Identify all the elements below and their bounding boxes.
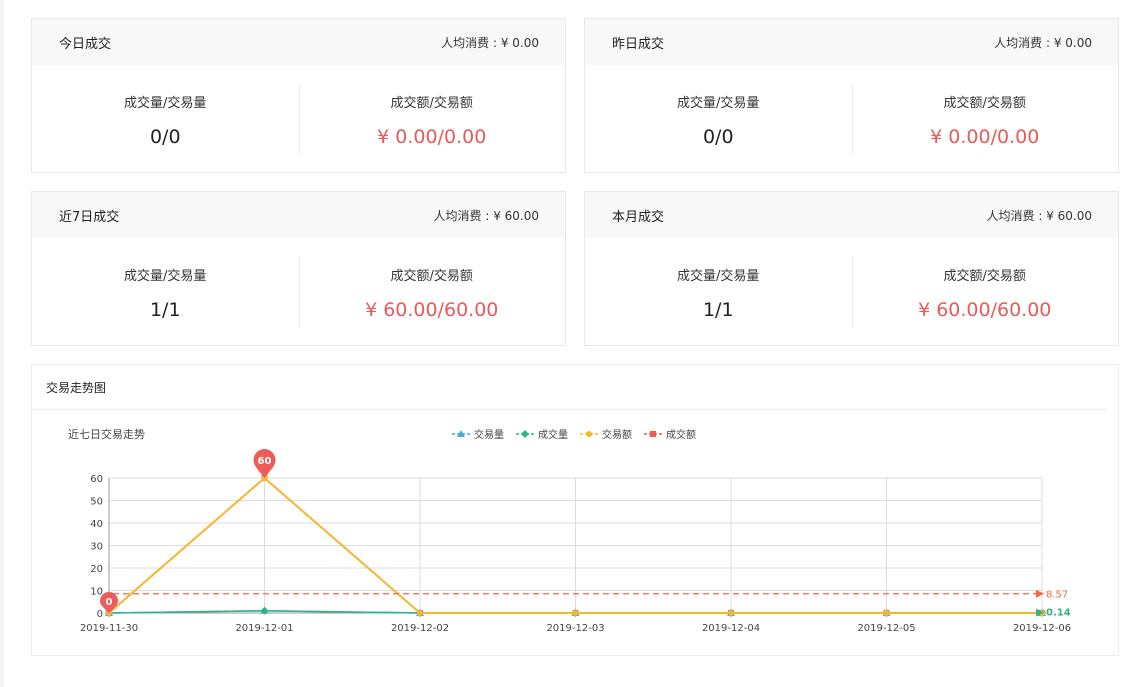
data-point [572,610,579,616]
stat-value: ¥ 60.00/60.00 [918,299,1052,321]
legend-label: 成交量 [538,428,568,441]
card-header: 本月成交 人均消费 : ¥ 60.00 [585,192,1118,238]
card-body: 成交量/交易量 0/0 成交额/交易额 ¥ 0.00/0.00 [585,65,1118,173]
chart-panel-title: 交易走势图 [32,365,1106,410]
trend-chart-panel: 交易走势图 近七日交易走势 交易量 成交量 交易额 成交额 0 10 20 30 40 50 60… [31,364,1119,656]
y-tick-label: 30 [90,542,103,553]
x-tick-label: 2019-12-04 [702,623,760,634]
stat-volume: 成交量/交易量 1/1 [32,238,299,346]
dashboard-canvas: 今日成交 人均消费 : ¥ 0.00 成交量/交易量 0/0 成交额/交易额 ¥… [4,0,1142,687]
card-avg-spend: 人均消费 : ¥ 60.00 [433,208,539,223]
stat-value: 1/1 [702,299,734,321]
legend-marker [650,431,656,437]
stat-label: 成交额/交易额 [943,96,1026,111]
stat-card-yesterday: 昨日成交 人均消费 : ¥ 0.00 成交量/交易量 0/0 成交额/交易额 ¥… [584,18,1119,173]
data-point [728,610,734,616]
card-title: 今日成交 [59,36,112,52]
stat-label: 成交额/交易额 [390,269,473,284]
min-pin-label: 0 [106,597,113,608]
x-tick-label: 2019-12-06 [1013,623,1071,634]
stat-value: ¥ 0.00/0.00 [930,126,1040,148]
x-tick-label: 2019-12-03 [546,623,604,634]
stat-card-month: 本月成交 人均消费 : ¥ 60.00 成交量/交易量 1/1 成交额/交易额 … [584,191,1119,346]
y-tick-label: 60 [90,474,103,485]
stat-label: 成交量/交易量 [124,269,207,284]
card-body: 成交量/交易量 1/1 成交额/交易额 ¥ 60.00/60.00 [32,238,565,346]
card-title: 近7日成交 [59,209,120,225]
legend-label: 交易量 [474,428,504,441]
card-body: 成交量/交易量 1/1 成交额/交易额 ¥ 60.00/60.00 [585,238,1118,346]
chart-grid [108,477,1043,617]
stat-label: 成交额/交易额 [390,96,473,111]
stat-volume: 成交量/交易量 0/0 [585,65,852,173]
card-header: 今日成交 人均消费 : ¥ 0.00 [32,19,565,65]
stat-card-today: 今日成交 人均消费 : ¥ 0.00 成交量/交易量 0/0 成交额/交易额 ¥… [31,18,566,173]
card-avg-spend: 人均消费 : ¥ 0.00 [441,35,539,50]
chart-annotations: 8.57 0.14 60 0 [99,449,1071,619]
stat-amount: 成交额/交易额 ¥ 60.00/60.00 [852,238,1119,346]
max-pin-label: 60 [258,456,272,467]
card-header: 近7日成交 人均消费 : ¥ 60.00 [32,192,565,238]
stat-label: 成交量/交易量 [677,96,760,111]
chart-legend[interactable]: 交易量 成交量 交易额 成交额 [452,428,696,441]
card-avg-spend: 人均消费 : ¥ 0.00 [994,35,1092,50]
stat-value: ¥ 60.00/60.00 [365,299,499,321]
stat-value: 0/0 [702,126,734,148]
card-header: 昨日成交 人均消费 : ¥ 0.00 [585,19,1118,65]
y-tick-label: 0 [97,609,103,620]
x-tick-label: 2019-12-02 [391,623,449,634]
stat-amount: 成交额/交易额 ¥ 0.00/0.00 [852,65,1119,173]
stat-label: 成交量/交易量 [677,269,760,284]
stat-amount: 成交额/交易额 ¥ 60.00/60.00 [299,238,566,346]
stat-label: 成交额/交易额 [943,269,1026,284]
y-tick-label: 10 [90,587,103,598]
data-point [417,610,423,616]
stat-value: ¥ 0.00/0.00 [377,126,487,148]
stat-volume: 成交量/交易量 1/1 [585,238,852,346]
x-tick-label: 2019-11-30 [80,623,138,634]
legend-label: 成交额 [666,428,696,441]
stat-card-7days: 近7日成交 人均消费 : ¥ 60.00 成交量/交易量 1/1 成交额/交易额… [31,191,566,346]
card-body: 成交量/交易量 0/0 成交额/交易额 ¥ 0.00/0.00 [32,65,565,173]
stat-value: 1/1 [149,299,181,321]
chart-title: 近七日交易走势 [68,427,145,441]
legend-label: 交易额 [602,428,632,441]
stat-label: 成交量/交易量 [124,96,207,111]
stat-volume: 成交量/交易量 0/0 [32,65,299,173]
stat-amount: 成交额/交易额 ¥ 0.00/0.00 [299,65,566,173]
card-title: 昨日成交 [612,36,665,52]
legend-marker [521,430,529,438]
average-line-small-label: 0.14 [1046,608,1071,619]
x-axis: 2019-11-30 2019-12-01 2019-12-02 2019-12-03… [80,623,1071,634]
y-tick-label: 40 [90,519,103,530]
trend-chart: 近七日交易走势 交易量 成交量 交易额 成交额 0102030405060 2019-… [68,427,1071,634]
y-tick-label: 50 [90,497,103,508]
card-title: 本月成交 [612,209,665,225]
stat-value: 0/0 [149,126,181,148]
x-tick-label: 2019-12-01 [235,623,293,634]
legend-marker [586,431,592,437]
y-tick-label: 20 [90,564,103,575]
data-point [883,610,890,616]
x-tick-label: 2019-12-05 [857,623,915,634]
card-avg-spend: 人均消费 : ¥ 60.00 [986,208,1092,223]
average-line-label: 8.57 [1046,590,1068,601]
